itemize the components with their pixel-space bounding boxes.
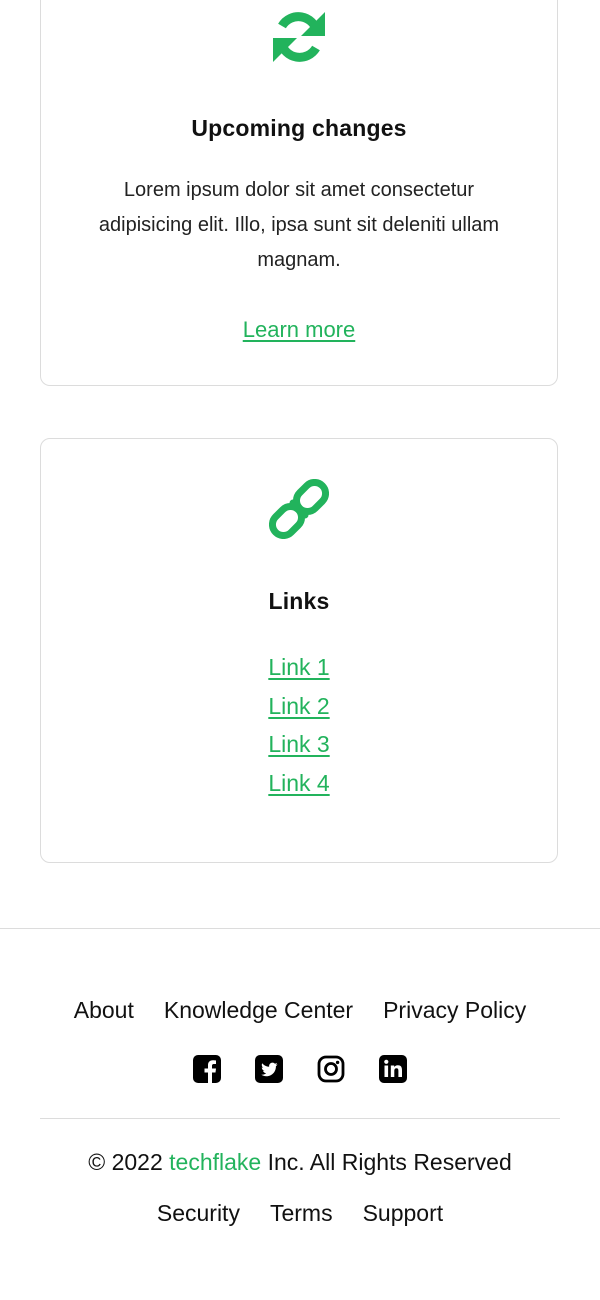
linkedin-icon[interactable]: [379, 1055, 407, 1083]
legal-link-support[interactable]: Support: [363, 1200, 444, 1227]
footer-link-about[interactable]: About: [74, 997, 134, 1024]
legal-link-terms[interactable]: Terms: [270, 1200, 333, 1227]
instagram-icon[interactable]: [317, 1055, 345, 1083]
links-title: Links: [268, 588, 330, 614]
copyright-text: Inc. All Rights Reserved: [267, 1149, 512, 1175]
facebook-icon[interactable]: [193, 1055, 221, 1083]
footer-link-knowledge-center[interactable]: Knowledge Center: [164, 997, 353, 1024]
brand-name[interactable]: techflake: [169, 1149, 261, 1175]
link-1[interactable]: Link 1: [268, 648, 329, 687]
page: Upcoming changes Lorem ipsum dolor sit a…: [0, 0, 600, 1300]
links-card: Links Link 1 Link 2 Link 3 Link 4: [40, 438, 558, 863]
legal-link-security[interactable]: Security: [157, 1200, 240, 1227]
refresh-icon: [270, 8, 328, 71]
footer-nav: About Knowledge Center Privacy Policy: [0, 997, 600, 1024]
upcoming-changes-card: Upcoming changes Lorem ipsum dolor sit a…: [40, 0, 558, 386]
learn-more-link[interactable]: Learn more: [243, 317, 356, 342]
copyright: © 2022 techflake Inc. All Rights Reserve…: [0, 1149, 600, 1176]
upcoming-changes-title: Upcoming changes: [191, 115, 407, 141]
social-links: [0, 1055, 600, 1083]
copyright-year: © 2022: [88, 1149, 163, 1175]
twitter-icon[interactable]: [255, 1055, 283, 1083]
copyright-divider: [40, 1118, 560, 1119]
links-list: Link 1 Link 2 Link 3 Link 4: [41, 648, 557, 802]
footer-link-privacy-policy[interactable]: Privacy Policy: [383, 997, 526, 1024]
legal-nav: Security Terms Support: [0, 1200, 600, 1227]
link-icon: [268, 478, 330, 544]
upcoming-changes-body: Lorem ipsum dolor sit amet consectetur a…: [98, 179, 500, 271]
link-3[interactable]: Link 3: [268, 725, 329, 764]
footer-divider: [0, 928, 600, 929]
link-4[interactable]: Link 4: [268, 764, 329, 803]
link-2[interactable]: Link 2: [268, 687, 329, 726]
